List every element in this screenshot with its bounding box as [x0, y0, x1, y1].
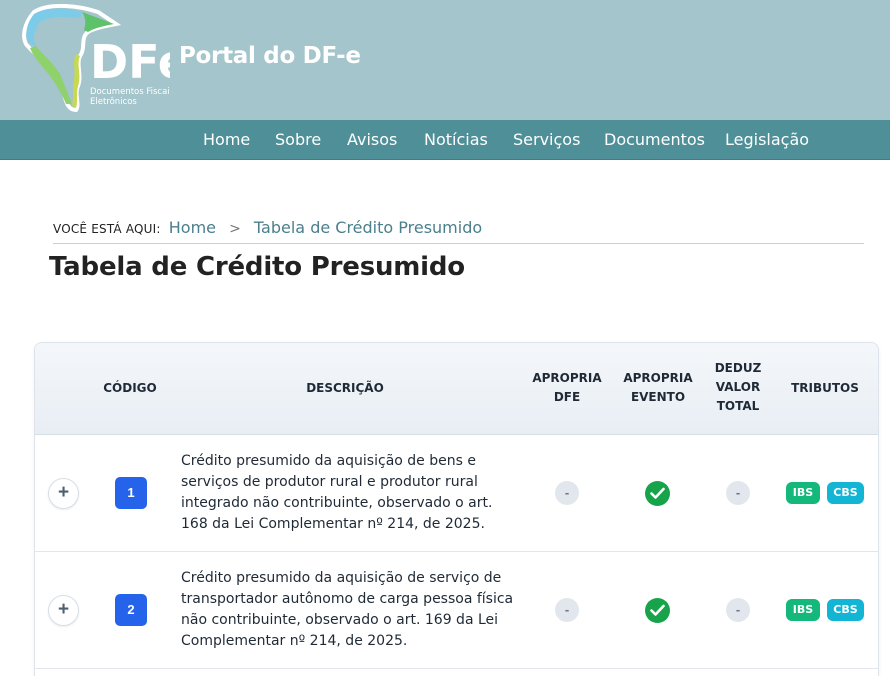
header-deduz-line3: TOTAL: [716, 399, 760, 413]
page-title: Tabela de Crédito Presumido: [49, 252, 465, 282]
tributo-tag-cbs: CBS: [827, 599, 864, 621]
code-badge: 2: [115, 594, 147, 626]
portal-title: Portal do DF-e: [179, 43, 361, 69]
svg-text:Eletrônicos: Eletrônicos: [90, 96, 137, 107]
deduz-valor-total-empty: -: [726, 481, 750, 505]
header-deduz-valor-total: DEDUZ VALOR TOTAL: [707, 359, 769, 416]
header-tributos: TRIBUTOS: [791, 381, 859, 395]
check-icon: [645, 481, 670, 506]
table-row: + 2 Crédito presumido da aquisição de se…: [35, 552, 878, 669]
header-apropria-evento-line1: APROPRIA: [623, 371, 693, 385]
main-nav: Home Sobre Avisos Notícias Serviços Docu…: [0, 120, 890, 160]
nav-item-documentos[interactable]: Documentos: [604, 130, 705, 149]
header-apropria-dfe-line1: APROPRIA: [532, 371, 602, 385]
breadcrumb-prefix: VOCÊ ESTÁ AQUI:: [53, 222, 161, 236]
credit-table: CÓDIGO DESCRIÇÃO APROPRIA DFE APROPRIA E…: [34, 342, 879, 676]
breadcrumb: VOCÊ ESTÁ AQUI: Home > Tabela de Crédito…: [53, 218, 864, 244]
expand-row-button[interactable]: +: [48, 478, 79, 509]
breadcrumb-current: Tabela de Crédito Presumido: [253, 218, 483, 237]
table-row: + 1 Crédito presumido da aquisição de be…: [35, 435, 878, 552]
tributo-tag-cbs: CBS: [827, 482, 864, 504]
header-codigo: CÓDIGO: [103, 381, 157, 395]
tributo-tag-ibs: IBS: [786, 482, 820, 504]
row-description: Crédito presumido da aquisição de serviç…: [181, 570, 514, 649]
header-descricao: DESCRIÇÃO: [306, 381, 384, 395]
header-apropria-dfe: APROPRIA DFE: [527, 369, 607, 407]
nav-item-avisos[interactable]: Avisos: [347, 130, 397, 149]
expand-row-button[interactable]: +: [48, 595, 79, 626]
nav-item-servicos[interactable]: Serviços: [513, 130, 580, 149]
breadcrumb-separator: >: [229, 221, 241, 237]
dfe-logo[interactable]: DFe Documentos Fiscais Eletrônicos: [20, 4, 170, 114]
apropria-dfe-empty: -: [555, 481, 579, 505]
table-header: CÓDIGO DESCRIÇÃO APROPRIA DFE APROPRIA E…: [35, 343, 878, 435]
header-apropria-dfe-line2: DFE: [553, 390, 581, 404]
logo-wordmark: DFe: [90, 35, 170, 89]
apropria-dfe-empty: -: [555, 598, 579, 622]
header-deduz-line1: DEDUZ: [714, 361, 762, 375]
site-header: DFe Documentos Fiscais Eletrônicos Porta…: [0, 0, 890, 120]
code-badge: 1: [115, 477, 147, 509]
row-description: Crédito presumido da aquisição de bens e…: [181, 453, 493, 532]
header-apropria-evento-line2: EVENTO: [630, 390, 686, 404]
breadcrumb-home-link[interactable]: Home: [169, 218, 216, 237]
header-deduz-line2: VALOR: [715, 380, 761, 394]
deduz-valor-total-empty: -: [726, 598, 750, 622]
nav-item-noticias[interactable]: Notícias: [424, 130, 488, 149]
nav-item-legislacao[interactable]: Legislação: [725, 130, 809, 149]
nav-item-home[interactable]: Home: [203, 130, 250, 149]
nav-item-sobre[interactable]: Sobre: [275, 130, 321, 149]
check-icon: [645, 598, 670, 623]
tributo-tag-ibs: IBS: [786, 599, 820, 621]
header-apropria-evento: APROPRIA EVENTO: [617, 369, 699, 407]
svg-text:Documentos Fiscais: Documentos Fiscais: [90, 87, 170, 97]
